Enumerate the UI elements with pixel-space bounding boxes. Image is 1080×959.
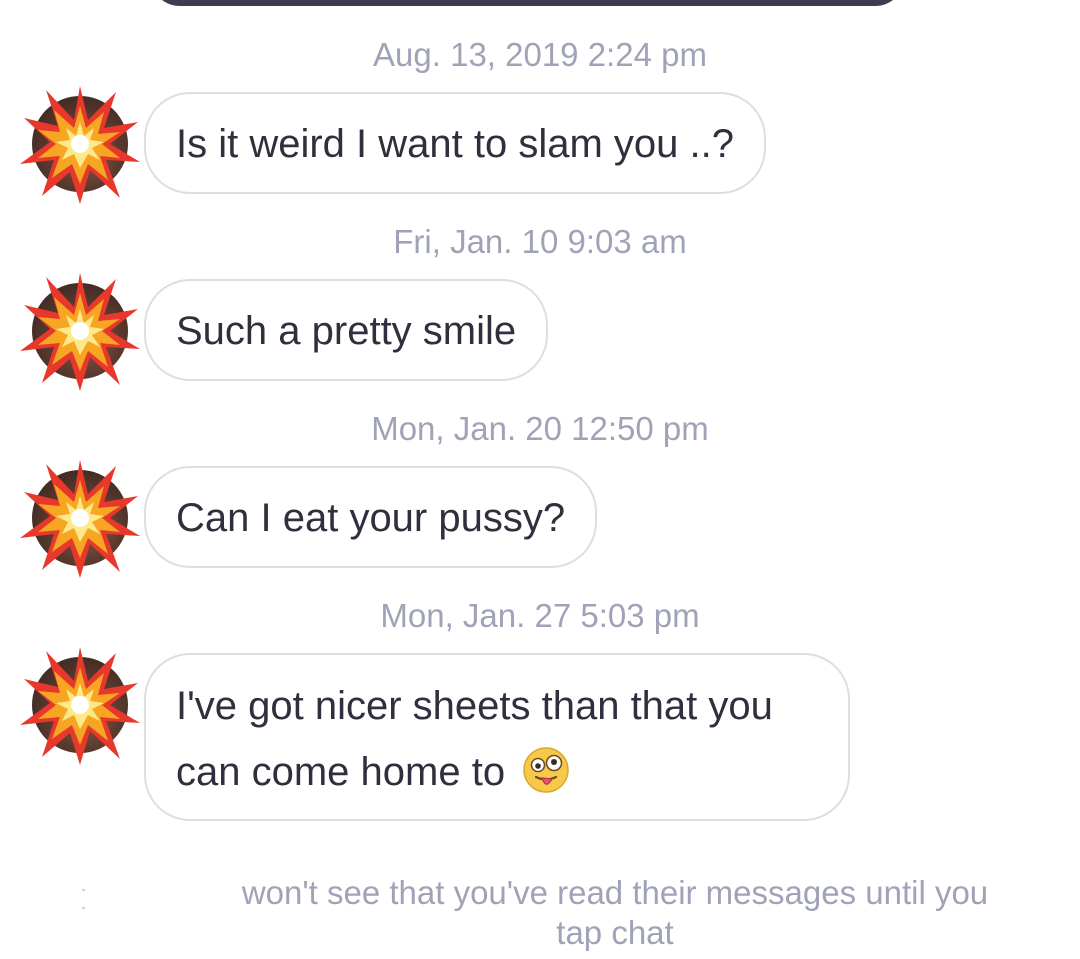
read-receipt-notice-line: won't see that you've read their message…	[241, 874, 989, 911]
message-text: can come home to	[176, 750, 506, 794]
read-receipt-notice-line: tap chat	[556, 914, 674, 951]
collision-icon	[20, 460, 140, 578]
message-timestamp: Mon, Jan. 20 12:50 pm	[371, 410, 709, 447]
message-text: Can I eat your pussy?	[176, 496, 566, 540]
message-bubble[interactable]: Is it weird I want to slam you ..?	[144, 92, 766, 194]
top-bar	[150, 0, 905, 6]
sender-avatar[interactable]	[20, 647, 140, 765]
message-bubble[interactable]: Can I eat your pussy?	[144, 466, 598, 568]
message-timestamp: Fri, Jan. 10 9:03 am	[393, 223, 687, 260]
message-text: Such a pretty smile	[176, 309, 517, 353]
collision-icon	[20, 273, 140, 391]
message-bubble[interactable]: I've got nicer sheets than that you can …	[144, 653, 850, 821]
sender-avatar[interactable]	[20, 273, 140, 391]
message-text-line: can come home to	[176, 739, 818, 805]
sender-avatar[interactable]	[20, 86, 140, 204]
message-timestamp: Aug. 13, 2019 2:24 pm	[373, 36, 707, 73]
collision-icon	[20, 86, 140, 204]
chat-screen: Aug. 13, 2019 2:24 pm Is it weird I want…	[0, 0, 1080, 959]
footer-divider	[82, 878, 122, 909]
sender-avatar[interactable]	[20, 460, 140, 578]
collision-icon	[20, 647, 140, 765]
read-receipt-notice: won't see that you've read their message…	[200, 873, 1030, 953]
message-timestamp: Mon, Jan. 27 5:03 pm	[380, 597, 700, 634]
zany-face-emoji-icon	[523, 747, 569, 794]
message-text-line: I've got nicer sheets than that you	[176, 684, 773, 728]
message-bubble[interactable]: Such a pretty smile	[144, 279, 549, 381]
message-text: Is it weird I want to slam you ..?	[176, 122, 734, 166]
